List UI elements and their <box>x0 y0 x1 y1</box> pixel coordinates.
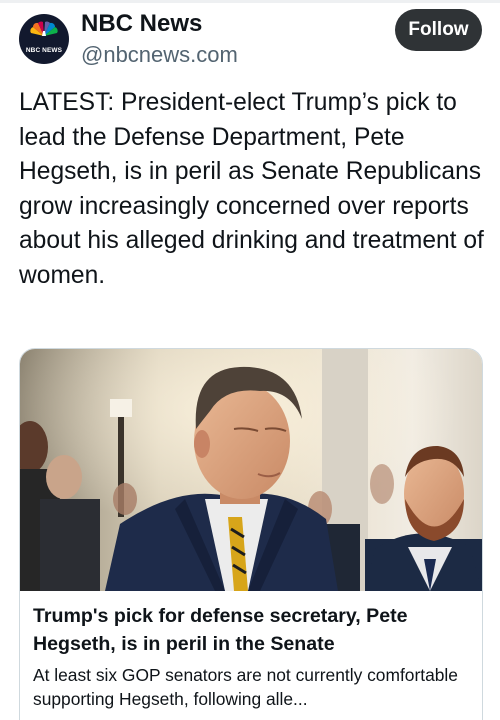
handle[interactable]: @nbcnews.com <box>81 42 238 68</box>
card-description: At least six GOP senators are not curren… <box>33 665 458 709</box>
avatar[interactable]: NBC NEWS <box>19 14 69 64</box>
follow-button[interactable]: Follow <box>395 9 482 51</box>
nbc-peacock-icon <box>30 21 58 36</box>
avatar-label: NBC NEWS <box>25 47 63 54</box>
display-name[interactable]: NBC News <box>81 10 202 38</box>
post-text: LATEST: President-elect Trump’s pick to … <box>19 89 484 289</box>
divider <box>0 0 500 3</box>
card-title[interactable]: Trump's pick for defense secretary, Pete… <box>33 602 483 658</box>
card-photo <box>20 349 482 591</box>
post: NBC NEWS NBC News @nbcnews.com Follow LA… <box>0 0 500 720</box>
